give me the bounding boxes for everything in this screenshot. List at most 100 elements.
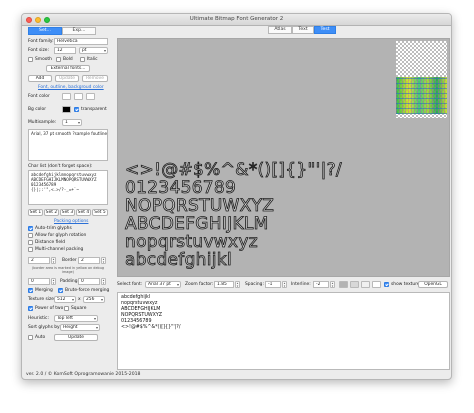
bg-swatch-1[interactable] — [339, 281, 348, 288]
texture-size-label: Texture size — [28, 297, 54, 302]
padding-left-stepper[interactable]: ▴ ▾ — [51, 278, 56, 285]
texture-thumbnail — [396, 41, 447, 118]
preview-line: nopqrstuvwxyz — [125, 232, 258, 253]
preview-line: ABCDEFGHIJKLM — [125, 214, 269, 235]
interline-field[interactable]: -2 — [313, 281, 329, 288]
font-size-field[interactable]: 12 — [54, 47, 76, 54]
font-color-label: Font color — [28, 94, 50, 99]
font-family-label: Font family: — [28, 39, 54, 44]
charlist-line: {}|;:'",<.>/?-_=+`~ — [31, 187, 79, 192]
colors-section-label: Font, outline, backgroud color — [38, 85, 104, 90]
brute-force-checkbox[interactable] — [58, 288, 63, 293]
auto-update-label: Auto — [35, 335, 46, 340]
border-label: Border — [62, 258, 77, 263]
merging-label: Merging — [35, 288, 53, 293]
tab-atlas[interactable]: Atlas — [268, 26, 292, 34]
bg-swatch-3[interactable] — [361, 281, 370, 288]
bg-swatch-2[interactable] — [350, 281, 359, 288]
spacing-label: Spacing: — [245, 282, 264, 287]
smooth-label: Smooth — [35, 57, 52, 62]
opengl-button[interactable]: OpenGL — [418, 281, 448, 288]
font-preview-canvas[interactable]: <>!@#$%^&*()[]{}"'|?/ 0123456789 NOPQRST… — [117, 38, 450, 277]
font-family-field[interactable]: Helvetica — [54, 38, 108, 45]
border-stepper[interactable]: ▴ ▾ — [101, 257, 106, 264]
multisample-label: Multisample: — [28, 120, 57, 125]
border-note: (border area is marked in yellow on debu… — [31, 266, 104, 274]
square-label: Square — [71, 306, 87, 311]
tab-text[interactable]: Text — [292, 26, 314, 34]
font-size-unit-select[interactable]: pt — [79, 47, 108, 54]
bg-color-swatch[interactable] — [62, 106, 71, 113]
preview-toolbar: Select font: Arial 37 pt Zoom factor: 1.… — [117, 280, 450, 289]
select-font-dropdown[interactable]: Arial 37 pt — [145, 281, 181, 288]
version-footer: ver. 2.0 / © KomSoft Oprogramowanie 2015… — [26, 372, 141, 377]
interline-label: Interline: — [291, 282, 311, 287]
spacing-field[interactable]: -1 — [265, 281, 281, 288]
tab-export[interactable]: Exp... — [62, 27, 96, 35]
distance-field-checkbox[interactable] — [28, 240, 33, 245]
power-of-two-checkbox[interactable] — [28, 306, 33, 311]
spacing-stepper[interactable]: ▴ ▾ — [282, 281, 287, 288]
smooth-checkbox[interactable] — [28, 57, 33, 62]
update-button[interactable]: Update — [54, 334, 98, 341]
set-2-button[interactable]: Set 2 — [44, 209, 59, 216]
preview-line: NOPQRSTUWXYZ — [125, 196, 275, 217]
padding-stepper[interactable]: ▴ ▾ — [101, 278, 106, 285]
texture-width-select[interactable]: 512 — [54, 296, 76, 303]
spacing-left-field[interactable]: 2 — [28, 257, 50, 264]
set-3-button[interactable]: Set 3 — [60, 209, 75, 216]
zoom-stepper[interactable]: ▴ ▾ — [235, 281, 240, 288]
remove-font-button[interactable]: Remove — [82, 75, 108, 82]
set-1-button[interactable]: Set 1 — [28, 209, 43, 216]
auto-trim-checkbox[interactable] — [28, 226, 33, 231]
spacing-left-stepper[interactable]: ▴ ▾ — [51, 257, 56, 264]
tab-test[interactable]: Test — [314, 26, 336, 34]
app-window: Ultimate Bitmap Font Generator 2 Set... … — [21, 13, 452, 380]
font-size-label: Font size: — [28, 48, 49, 53]
italic-checkbox[interactable] — [80, 57, 85, 62]
charlist-label: Char list (don't forget space): — [28, 164, 93, 169]
font-color-swatch[interactable] — [62, 93, 71, 100]
font-list-item[interactable]: Arial, 37 pt smooth ?sample foutline — [31, 131, 107, 136]
auto-update-checkbox[interactable] — [28, 335, 33, 340]
merging-checkbox[interactable] — [28, 288, 33, 293]
square-checkbox[interactable] — [64, 306, 69, 311]
outline-color-swatch[interactable] — [74, 93, 83, 100]
italic-label: Italic — [87, 57, 98, 62]
view-tabs: Atlas Text Test — [268, 26, 336, 34]
bg-swatch-4[interactable] — [372, 281, 381, 288]
distance-field-label: Distance field — [35, 240, 66, 245]
add-font-button[interactable]: Add — [28, 75, 52, 82]
interline-stepper[interactable]: ▴ ▾ — [330, 281, 335, 288]
multichannel-checkbox[interactable] — [28, 247, 33, 252]
update-font-button[interactable]: Update — [55, 75, 79, 82]
padding-field[interactable]: 0 — [78, 278, 100, 285]
settings-panel: Set... Exp... Font family: Helvetica Fon… — [24, 27, 112, 371]
glyph-rotation-checkbox[interactable] — [28, 233, 33, 238]
multisample-select[interactable]: 1 — [62, 119, 82, 126]
transparent-checkbox[interactable] — [74, 107, 79, 112]
padding-left-field[interactable]: 0 — [28, 278, 50, 285]
tab-settings[interactable]: Set... — [28, 27, 62, 35]
heuristic-select[interactable]: Top left — [54, 315, 98, 322]
sample-text-area[interactable]: abcdefghijkl nopqrstuvwxyz ABCDEFGHIJKLM… — [117, 292, 450, 370]
set-5-button[interactable]: Set 5 — [92, 209, 108, 216]
zoom-field[interactable]: 1.85 — [214, 281, 234, 288]
sample-text-line: <>!@#$%^&*()[]{}"'|?/ — [121, 325, 181, 330]
multichannel-label: Multi-channel packing — [35, 247, 84, 252]
external-fonts-button[interactable]: External fonts... — [46, 65, 90, 72]
sort-label: Sort glyphs by: — [28, 325, 61, 330]
border-field[interactable]: 2 — [78, 257, 100, 264]
preview-line: 0123456789 — [125, 178, 237, 199]
shadow-color-swatch[interactable] — [86, 93, 95, 100]
auto-trim-label: Auto-trim glyphs — [35, 226, 72, 231]
charlist-field[interactable]: abcdefghijklmnopqrstuvwxyz ABCDEFGHIJKLM… — [28, 170, 108, 205]
zoom-label: Zoom factor: — [185, 282, 214, 287]
sort-select[interactable]: Height — [60, 324, 100, 331]
font-list[interactable]: Arial, 37 pt smooth ?sample foutline — [28, 129, 108, 161]
texture-height-select[interactable]: 256 — [83, 296, 105, 303]
window-title: Ultimate Bitmap Font Generator 2 — [189, 16, 284, 22]
bold-checkbox[interactable] — [56, 57, 61, 62]
set-4-button[interactable]: Set 4 — [76, 209, 91, 216]
show-texture-checkbox[interactable] — [384, 282, 389, 287]
